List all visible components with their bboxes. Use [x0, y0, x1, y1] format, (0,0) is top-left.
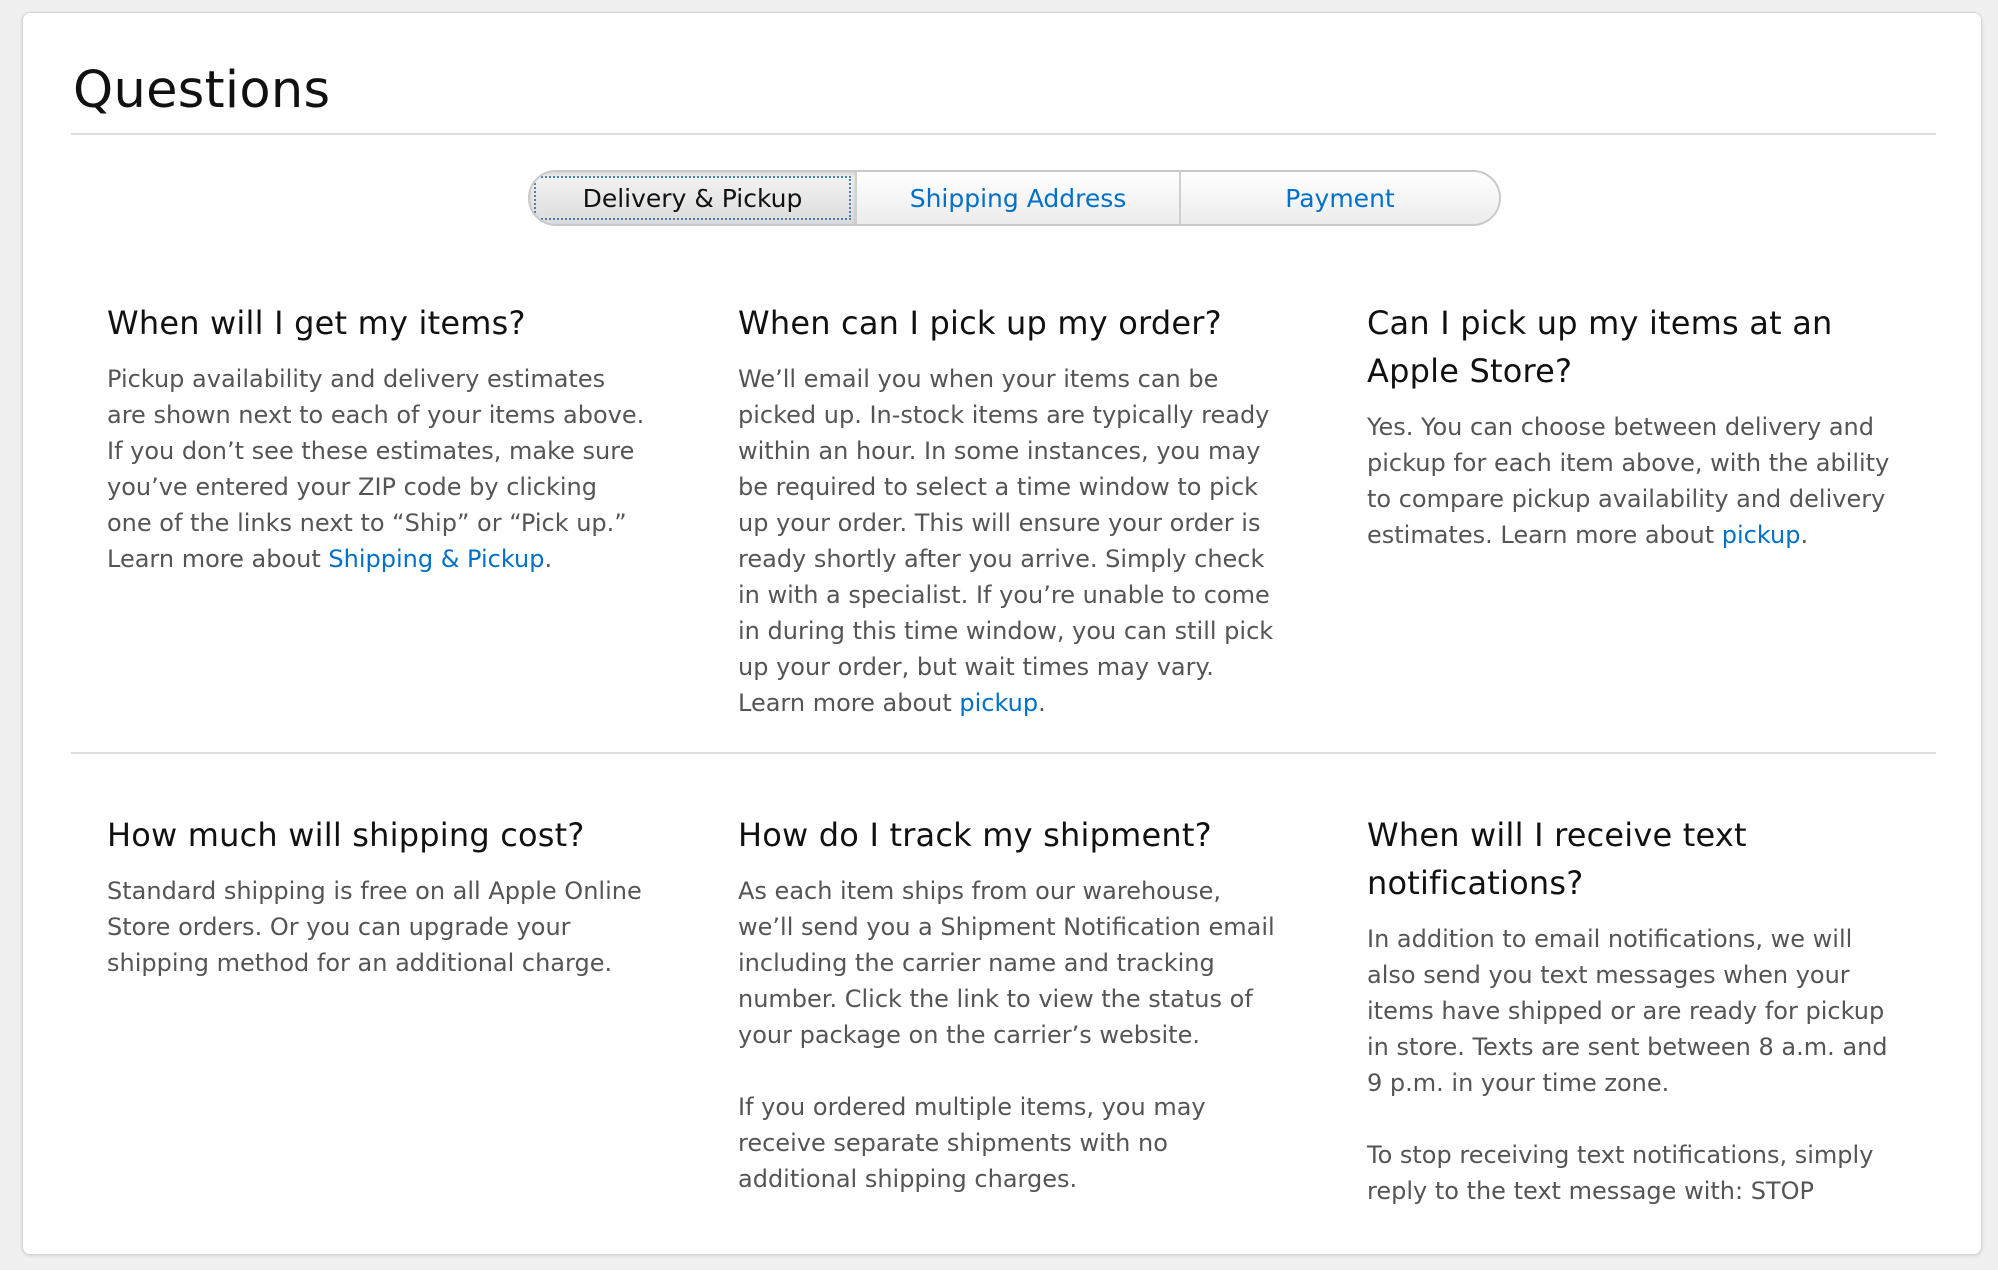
faq-answer-end: .	[1038, 689, 1046, 717]
faq-item-pickup-time: When can I pick up my order? We’ll email…	[738, 299, 1278, 721]
faq-answer: Yes. You can choose between delivery and…	[1367, 409, 1907, 553]
faq-question: When will I get my items?	[107, 304, 526, 342]
title-divider	[71, 133, 1936, 135]
tab-delivery-pickup[interactable]: Delivery & Pickup	[530, 172, 855, 224]
row-divider	[71, 752, 1936, 754]
faq-answer: Standard shipping is free on all Apple O…	[107, 877, 642, 977]
faq-item-delivery-time: When will I get my items? Pickup availab…	[107, 299, 647, 577]
faq-question: How do I track my shipment?	[738, 816, 1212, 854]
tab-payment[interactable]: Payment	[1179, 172, 1499, 224]
faq-answer-text: We’ll email you when your items can be p…	[738, 365, 1274, 717]
pickup-link[interactable]: pickup	[1722, 521, 1801, 549]
faq-item-shipping-cost: How much will shipping cost? Standard sh…	[107, 811, 647, 981]
faq-answer: Pickup availability and delivery estimat…	[107, 361, 647, 577]
faq-answer-text: Yes. You can choose between delivery and…	[1367, 413, 1890, 549]
faq-question: How much will shipping cost?	[107, 816, 585, 854]
faq-answer-text: Pickup availability and delivery estimat…	[107, 365, 645, 573]
faq-answer: As each item ships from our warehouse, w…	[738, 877, 1275, 1049]
faq-item-track-shipment: How do I track my shipment? As each item…	[738, 811, 1278, 1197]
faq-answer: We’ll email you when your items can be p…	[738, 361, 1278, 721]
faq-answer-end: .	[1800, 521, 1809, 549]
faq-answer-extra: To stop receiving text notifications, si…	[1367, 1141, 1874, 1205]
faq-question: When can I pick up my order?	[738, 304, 1222, 342]
questions-panel: Questions Delivery & Pickup Shipping Add…	[22, 12, 1982, 1255]
faq-question: When will I receive text notifications?	[1367, 816, 1747, 902]
faq-answer: In addition to email notifications, we w…	[1367, 925, 1888, 1097]
faq-category-tabs: Delivery & Pickup Shipping Address Payme…	[528, 170, 1501, 226]
page-title: Questions	[73, 61, 331, 120]
faq-item-text-notifications: When will I receive text notifications? …	[1367, 811, 1907, 1209]
shipping-pickup-link[interactable]: Shipping & Pickup	[328, 545, 544, 573]
faq-answer-extra: If you ordered multiple items, you may r…	[738, 1093, 1206, 1193]
faq-question: Can I pick up my items at an Apple Store…	[1367, 304, 1833, 390]
faq-answer-end: .	[544, 545, 553, 573]
tab-shipping-address[interactable]: Shipping Address	[855, 172, 1179, 224]
faq-item-apple-store-pickup: Can I pick up my items at an Apple Store…	[1367, 299, 1907, 553]
pickup-link[interactable]: pickup	[959, 689, 1038, 717]
